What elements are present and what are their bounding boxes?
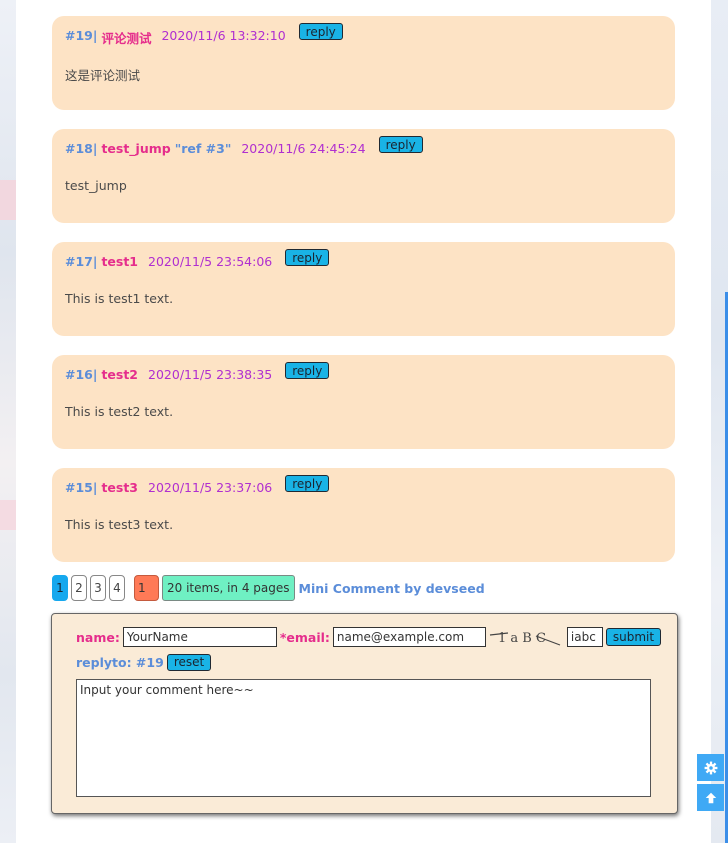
comment-id[interactable]: #15| xyxy=(65,480,97,495)
comment-author: 评论测试 xyxy=(101,31,152,46)
settings-button[interactable] xyxy=(697,754,724,781)
comment-header: #15| test3 2020/11/5 23:37:06 reply xyxy=(65,475,330,498)
comment-time: 2020/11/5 23:37:06 xyxy=(148,480,273,495)
comment-id[interactable]: #18| xyxy=(65,141,97,156)
comment-item: #17| test1 2020/11/5 23:54:06 reply This… xyxy=(52,242,675,336)
reply-button[interactable]: reply xyxy=(378,136,423,153)
submit-button[interactable]: submit xyxy=(605,628,662,646)
comment-header: #16| test2 2020/11/5 23:38:35 reply xyxy=(65,362,330,385)
comment-text: 这是评论测试 xyxy=(65,68,141,83)
comment-item: #15| test3 2020/11/5 23:37:06 reply This… xyxy=(52,468,675,562)
comment-text: This is test1 text. xyxy=(65,291,174,306)
reply-button[interactable]: reply xyxy=(285,362,330,379)
reply-button[interactable]: reply xyxy=(285,249,330,266)
comment-ref-link[interactable]: "ref #3" xyxy=(175,141,232,156)
email-field[interactable] xyxy=(332,627,486,647)
captcha-field[interactable] xyxy=(566,627,603,647)
page-button-1[interactable]: 1 xyxy=(52,575,68,601)
background-right-strip xyxy=(711,0,728,843)
arrow-up-icon xyxy=(705,792,716,803)
comment-time: 2020/11/5 23:38:35 xyxy=(148,367,273,382)
comment-header: #17| test1 2020/11/5 23:54:06 reply xyxy=(65,249,330,272)
pagination: 1 2 3 4 1 20 items, in 4 pages Mini Comm… xyxy=(52,575,485,601)
replyto-label: replyto: #19 xyxy=(76,654,164,670)
form-row-replyto: replyto: #19 reset xyxy=(76,653,212,671)
comment-author: test2 xyxy=(101,367,139,382)
comment-time: 2020/11/5 23:54:06 xyxy=(148,254,273,269)
comment-id[interactable]: #19| xyxy=(65,28,97,43)
comment-author: test_jump xyxy=(101,141,171,156)
page-button-4[interactable]: 4 xyxy=(109,575,125,601)
name-label: name: xyxy=(76,629,120,645)
comment-item: #16| test2 2020/11/5 23:38:35 reply This… xyxy=(52,355,675,449)
comment-header: #19| 评论测试 2020/11/6 13:32:10 reply xyxy=(65,23,343,46)
reply-button[interactable]: reply xyxy=(285,475,330,492)
page-jump-input[interactable]: 1 xyxy=(134,575,159,601)
comment-header: #18| test_jump "ref #3" 2020/11/6 24:45:… xyxy=(65,136,423,159)
name-field[interactable] xyxy=(122,627,277,647)
form-row-identity: name: *email: 1 a B C submit xyxy=(76,627,662,647)
reply-button[interactable]: reply xyxy=(298,23,343,40)
comment-author: test3 xyxy=(101,480,139,495)
comment-text: This is test3 text. xyxy=(65,517,174,532)
email-label: *email: xyxy=(279,629,330,645)
gear-icon xyxy=(704,761,717,774)
back-to-top-button[interactable] xyxy=(697,784,724,811)
background-streak xyxy=(0,180,16,220)
comment-item: #18| test_jump "ref #3" 2020/11/6 24:45:… xyxy=(52,129,675,223)
comment-text: This is test2 text. xyxy=(65,404,174,419)
page-button-3[interactable]: 3 xyxy=(90,575,106,601)
comment-author: test1 xyxy=(101,254,139,269)
comment-id[interactable]: #17| xyxy=(65,254,97,269)
reset-button[interactable]: reset xyxy=(166,653,212,671)
comment-item: #19| 评论测试 2020/11/6 13:32:10 reply 这是评论测… xyxy=(52,16,675,110)
comment-time: 2020/11/6 13:32:10 xyxy=(161,28,286,43)
captcha-text: 1 a B C xyxy=(498,631,546,646)
pagination-info: 20 items, in 4 pages xyxy=(162,575,295,601)
background-streak xyxy=(0,500,16,530)
background-left-strip xyxy=(0,0,16,843)
comment-text: test_jump xyxy=(65,178,127,193)
comment-textarea[interactable]: Input your comment here~~ xyxy=(76,679,651,797)
comment-id[interactable]: #16| xyxy=(65,367,97,382)
comment-time: 2020/11/6 24:45:24 xyxy=(241,141,366,156)
comment-form: name: *email: 1 a B C submit replyto: #1… xyxy=(51,613,678,814)
credit-link[interactable]: Mini Comment by devseed xyxy=(299,581,485,596)
page-button-2[interactable]: 2 xyxy=(71,575,87,601)
captcha-image[interactable]: 1 a B C xyxy=(488,627,564,647)
